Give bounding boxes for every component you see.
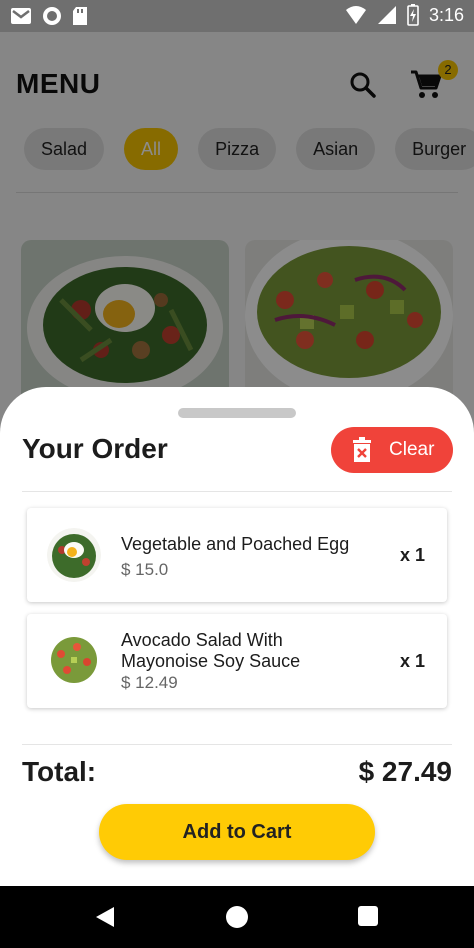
item-price: $ 15.0 [121, 560, 169, 579]
battery-icon [407, 4, 419, 26]
total-label: Total: [22, 756, 97, 787]
item-name: Vegetable and Poached Egg [121, 534, 350, 554]
order-title: Your Order [22, 433, 168, 464]
recent-apps-icon[interactable] [358, 906, 378, 926]
sd-card-icon [73, 7, 87, 25]
item-thumbnail [47, 634, 101, 688]
add-to-cart-button[interactable]: Add to Cart [99, 804, 375, 860]
total-value: $ 27.49 [358, 756, 452, 787]
back-icon[interactable] [95, 906, 115, 928]
add-to-cart-label: Add to Cart [182, 821, 292, 843]
divider [22, 491, 452, 492]
delete-icon [353, 437, 371, 462]
clear-label: Clear [389, 439, 435, 460]
status-right-icons: 3:16 [345, 4, 464, 26]
divider [22, 744, 452, 745]
gmail-icon [11, 8, 31, 24]
item-name: Avocado Salad With Mayonoise Soy Sauce [121, 630, 301, 671]
clear-button[interactable]: Clear [331, 427, 453, 473]
order-item[interactable]: Vegetable and Poached Egg $ 15.0 x 1 [27, 508, 447, 602]
wifi-icon [345, 6, 366, 24]
home-icon[interactable] [226, 906, 248, 928]
item-quantity: x 1 [399, 545, 425, 565]
record-icon [43, 7, 61, 25]
item-thumbnail [47, 528, 101, 582]
status-time: 3:16 [428, 4, 464, 25]
sheet-drag-handle[interactable] [178, 408, 296, 418]
item-quantity: x 1 [399, 651, 425, 671]
status-left-icons [10, 6, 88, 26]
signal-icon [377, 6, 396, 24]
status-bar: 3:16 [0, 0, 474, 32]
system-nav-bar [0, 886, 474, 948]
order-item[interactable]: Avocado Salad With Mayonoise Soy Sauce $… [27, 614, 447, 708]
item-price: $ 12.49 [121, 673, 178, 692]
order-bottom-sheet: Your Order Clear Vegetable and Poached E… [0, 387, 474, 886]
